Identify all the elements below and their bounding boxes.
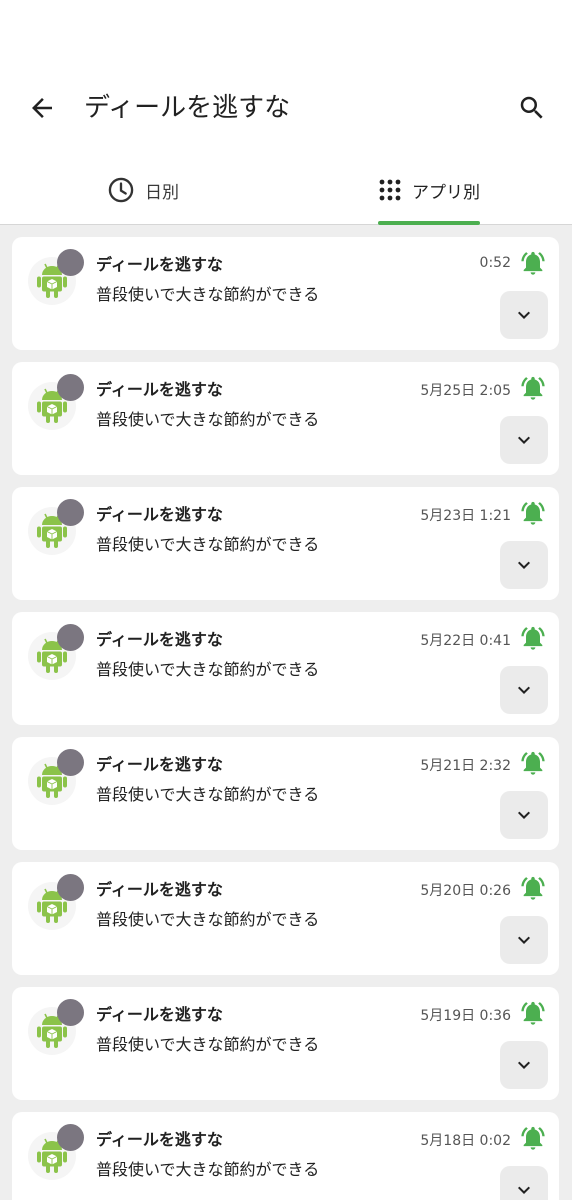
chevron-down-icon <box>518 1186 530 1194</box>
tab-by-app-label: アプリ別 <box>412 182 480 203</box>
notification-title: ディールを逃すな <box>96 755 223 774</box>
notification-text: 普段使いで大きな節約ができる <box>96 285 320 304</box>
notification-title: ディールを逃すな <box>96 380 223 399</box>
bell-ringing-icon <box>521 376 545 400</box>
notification-time: 5月22日 0:41 <box>420 633 511 649</box>
bell-button[interactable] <box>519 1124 547 1152</box>
notification-text: 普段使いで大きな節約ができる <box>96 785 320 804</box>
expand-button[interactable] <box>500 916 548 964</box>
expand-button[interactable] <box>500 291 548 339</box>
badge-dot <box>57 874 84 901</box>
bell-ringing-icon <box>521 251 545 275</box>
notification-list: ディールを逃すな 普段使いで大きな節約ができる 0:52 ディールを逃すな 普段… <box>0 225 572 1200</box>
notification-text: 普段使いで大きな節約ができる <box>96 660 320 679</box>
notification-text: 普段使いで大きな節約ができる <box>96 910 320 929</box>
status-bar <box>0 0 572 60</box>
notification-title: ディールを逃すな <box>96 505 223 524</box>
bell-button[interactable] <box>519 624 547 652</box>
apps-grid-icon <box>379 179 401 201</box>
bell-button[interactable] <box>519 999 547 1027</box>
chevron-down-icon <box>518 1061 530 1069</box>
notification-text: 普段使いで大きな節約ができる <box>96 410 320 429</box>
search-icon <box>520 96 543 119</box>
notification-title: ディールを逃すな <box>96 630 223 649</box>
clock-icon <box>108 177 134 203</box>
notification-time: 5月20日 0:26 <box>420 883 511 899</box>
badge-dot <box>57 624 84 651</box>
notification-time: 5月18日 0:02 <box>420 1133 511 1149</box>
notification-title: ディールを逃すな <box>96 255 223 274</box>
bell-button[interactable] <box>519 874 547 902</box>
bell-ringing-icon <box>521 876 545 900</box>
bell-button[interactable] <box>519 499 547 527</box>
notification-card[interactable]: ディールを逃すな 普段使いで大きな節約ができる 5月18日 0:02 <box>12 1112 559 1200</box>
badge-dot <box>57 249 84 276</box>
arrow-back-icon <box>32 98 52 118</box>
badge-dot <box>57 999 84 1026</box>
bell-ringing-icon <box>521 626 545 650</box>
chevron-down-icon <box>518 561 530 569</box>
chevron-down-icon <box>518 936 530 944</box>
notification-title: ディールを逃すな <box>96 880 223 899</box>
expand-button[interactable] <box>500 416 548 464</box>
tab-daily-label: 日別 <box>145 182 179 203</box>
page-title: ディールを逃すな <box>84 93 291 123</box>
notification-title: ディールを逃すな <box>96 1130 223 1149</box>
tab-by-app[interactable]: アプリ別 <box>286 156 572 225</box>
chevron-down-icon <box>518 311 530 319</box>
bell-button[interactable] <box>519 749 547 777</box>
notification-card[interactable]: ディールを逃すな 普段使いで大きな節約ができる 5月23日 1:21 <box>12 487 559 600</box>
notification-time: 5月21日 2:32 <box>420 758 511 774</box>
bell-ringing-icon <box>521 1126 545 1150</box>
chevron-down-icon <box>518 811 530 819</box>
bell-button[interactable] <box>519 249 547 277</box>
expand-button[interactable] <box>500 666 548 714</box>
notification-card[interactable]: ディールを逃すな 普段使いで大きな節約ができる 5月21日 2:32 <box>12 737 559 850</box>
badge-dot <box>57 1124 84 1151</box>
expand-button[interactable] <box>500 541 548 589</box>
bell-ringing-icon <box>521 501 545 525</box>
bell-button[interactable] <box>519 374 547 402</box>
app-bar: ディールを逃すな <box>0 60 572 156</box>
chevron-down-icon <box>518 686 530 694</box>
badge-dot <box>57 374 84 401</box>
expand-button[interactable] <box>500 1041 548 1089</box>
back-button[interactable] <box>20 86 64 130</box>
notification-card[interactable]: ディールを逃すな 普段使いで大きな節約ができる 5月19日 0:36 <box>12 987 559 1100</box>
notification-card[interactable]: ディールを逃すな 普段使いで大きな節約ができる 0:52 <box>12 237 559 350</box>
notification-time: 5月25日 2:05 <box>420 383 511 399</box>
notification-text: 普段使いで大きな節約ができる <box>96 535 320 554</box>
notification-card[interactable]: ディールを逃すな 普段使いで大きな節約ができる 5月20日 0:26 <box>12 862 559 975</box>
notification-time: 0:52 <box>479 255 511 271</box>
tab-bar: 日別 アプリ別 <box>0 156 572 225</box>
notification-time: 5月19日 0:36 <box>420 1008 511 1024</box>
badge-dot <box>57 499 84 526</box>
bell-ringing-icon <box>521 1001 545 1025</box>
notification-title: ディールを逃すな <box>96 1005 223 1024</box>
notification-time: 5月23日 1:21 <box>420 508 511 524</box>
search-button[interactable] <box>510 86 554 130</box>
notification-text: 普段使いで大きな節約ができる <box>96 1035 320 1054</box>
expand-button[interactable] <box>500 791 548 839</box>
bell-ringing-icon <box>521 751 545 775</box>
expand-button[interactable] <box>500 1166 548 1200</box>
chevron-down-icon <box>518 436 530 444</box>
notification-card[interactable]: ディールを逃すな 普段使いで大きな節約ができる 5月25日 2:05 <box>12 362 559 475</box>
notification-card[interactable]: ディールを逃すな 普段使いで大きな節約ができる 5月22日 0:41 <box>12 612 559 725</box>
badge-dot <box>57 749 84 776</box>
notification-text: 普段使いで大きな節約ができる <box>96 1160 320 1179</box>
tab-daily[interactable]: 日別 <box>0 156 286 224</box>
